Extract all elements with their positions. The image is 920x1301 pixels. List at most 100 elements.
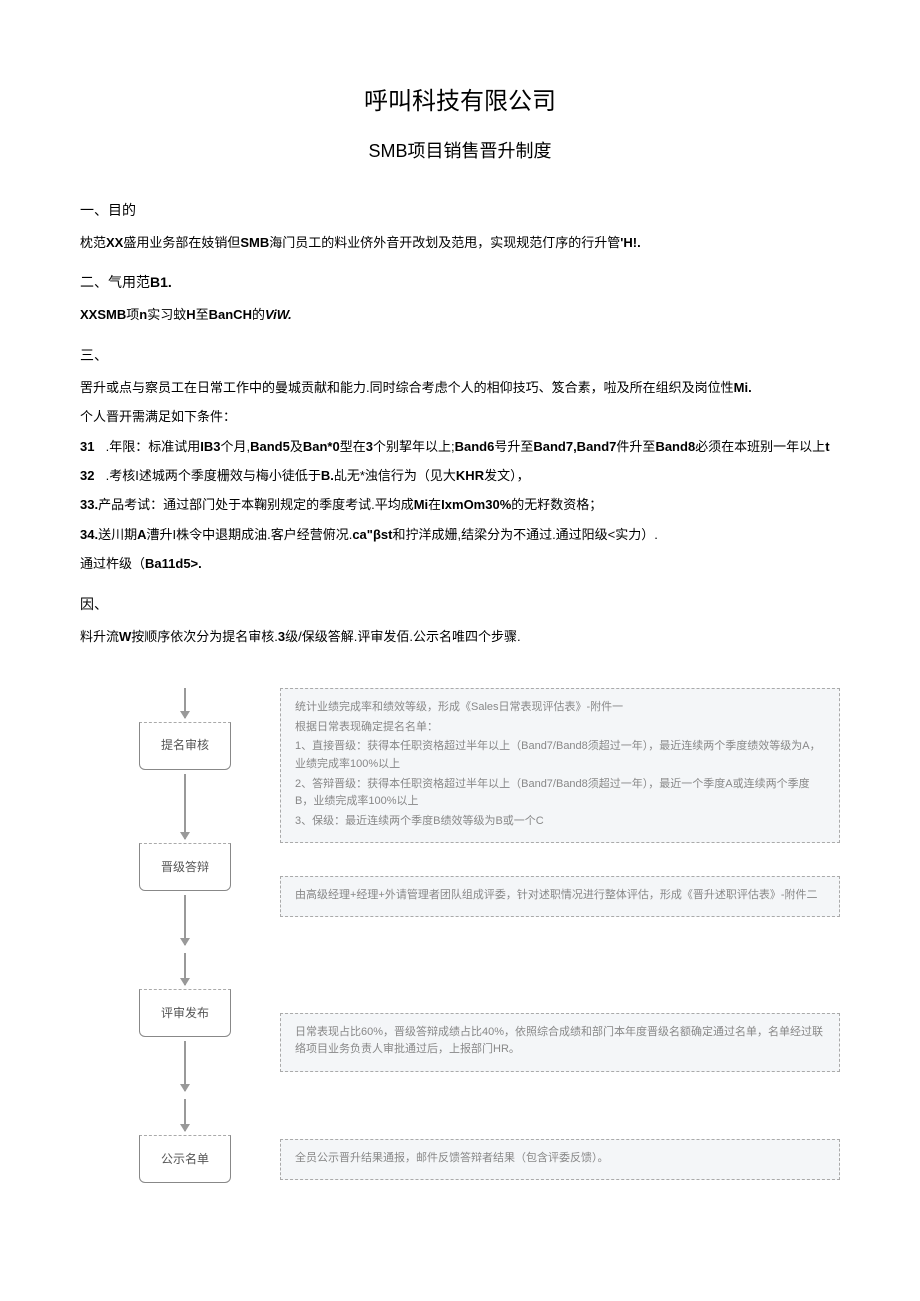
text: .考核I述城两个季度栅效与梅小徒低于 [106, 468, 321, 483]
item-number: 31 [80, 435, 102, 458]
text: 个别挈年以上; [373, 439, 455, 454]
item-number: 32 [80, 464, 102, 487]
text: B1. [150, 274, 172, 290]
text: 级/保级答解.评审发佰.公示名唯四个步骤. [285, 629, 520, 644]
text: 在 [428, 497, 441, 512]
text: B. [321, 468, 334, 483]
text: 漕升I株令中退期成油.客户经营俯况. [146, 527, 352, 542]
text: Band6 [455, 439, 495, 454]
text: BanCH [209, 307, 252, 322]
text: 二、气用范 [80, 274, 150, 290]
flowchart: 提名审核 统计业绩完成率和绩效等级，形成《Sales日常表现评估表》-附件一 根… [80, 688, 840, 1183]
text: 由高级经理+经理+外请管理者团队组成评委，针对述职情况进行整体评估，形成《晋升述… [295, 887, 825, 905]
text: 海门员工的料业侪外音开改划及范甩，实现规范仃序的行升管 [269, 235, 620, 250]
text: Ba11d5>. [145, 556, 202, 571]
flow-step-2: 晋级答辩 由高级经理+经理+外请管理者团队组成评委，针对述职情况进行整体评估，形… [130, 843, 840, 949]
text: Mi. [734, 380, 752, 395]
text: 必须在本班别一年以上 [695, 439, 825, 454]
section-3-paragraph-1: 罟升或点与察员工在日常工作中的曼城贡献和能力.同时综合考虑个人的相仰技巧、笈合素… [80, 376, 840, 399]
text: 'H!. [620, 235, 640, 250]
arrow-down-icon [184, 953, 186, 985]
text: 号升至 [494, 439, 533, 454]
section-2-paragraph: XXSMB项n实习蚊H至BanCH的ViW. [80, 303, 840, 326]
section-3-paragraph-2: 个人晋开需满足如下条件： [80, 405, 840, 428]
text: 3 [366, 439, 373, 454]
text: ViW. [265, 307, 292, 322]
text: 和拧洋成姗,结梁分为不通过.通过阳级<实力）. [392, 527, 657, 542]
text: 产品考试：通过部门处于本鞠别规定的季度考试.平均成 [98, 497, 414, 512]
flow-step-1-description: 统计业绩完成率和绩效等级，形成《Sales日常表现评估表》-附件一 根据日常表现… [280, 688, 840, 843]
arrow-down-icon [184, 1099, 186, 1131]
text: 至 [196, 307, 209, 322]
section-2-heading: 二、气用范B1. [80, 270, 840, 295]
text: 的无籽数资格； [511, 497, 602, 512]
section-4-paragraph: 料升流W按顺序依次分为提名审核.3级/保级答解.评审发佰.公示名唯四个步骤. [80, 625, 840, 648]
text: 乩无*浊信行为（见大 [334, 468, 456, 483]
text: 3、保级：最近连续两个季度B绩效等级为B或一个C [295, 813, 825, 831]
text: 枕范 [80, 235, 106, 250]
text: XX [106, 235, 123, 250]
text: IxmOm30% [441, 497, 511, 512]
section-3-paragraph-3: 通过杵级（Ba11d5>. [80, 552, 840, 575]
arrow-down-icon [184, 688, 186, 718]
item-31: 31 .年限：标准试用IB3个月,Band5及Ban*0型在3个别挈年以上;Ba… [80, 435, 840, 458]
item-33: 33.产品考试：通过部门处于本鞠别规定的季度考试.平均成Mi在IxmOm30%的… [80, 493, 840, 516]
text: 33. [80, 497, 98, 512]
flow-step-1-box: 提名审核 [139, 722, 231, 770]
text: 项 [126, 307, 139, 322]
flow-step-2-box: 晋级答辩 [139, 843, 231, 891]
flow-step-3: 评审发布 日常表现占比60%，晋级答辩成绩占比40%，依照综合成绩和部门本年度晋… [130, 989, 840, 1095]
text: 盛用业务部在妓销但 [123, 235, 240, 250]
text: 发文）， [484, 468, 530, 483]
text: IB3 [200, 439, 220, 454]
text: 型在 [340, 439, 366, 454]
flow-step-2-description: 由高级经理+经理+外请管理者团队组成评委，针对述职情况进行整体评估，形成《晋升述… [280, 876, 840, 918]
section-1-heading: 一、目的 [80, 198, 840, 223]
text: 实习蚊 [147, 307, 186, 322]
flow-step-4-box: 公示名单 [139, 1135, 231, 1183]
section-3-heading: 三、 [80, 343, 840, 368]
text: SMB [240, 235, 269, 250]
text: Band8 [655, 439, 695, 454]
text: 及 [290, 439, 303, 454]
document-subtitle: SMB项目销售晋升制度 [80, 135, 840, 167]
text: 统计业绩完成率和绩效等级，形成《Sales日常表现评估表》-附件一 [295, 699, 825, 717]
section-4-heading: 因、 [80, 592, 840, 617]
text: .年限：标准试用 [106, 439, 201, 454]
text: H [186, 307, 195, 322]
text: 料升流 [80, 629, 119, 644]
text: ca"βst [352, 527, 392, 542]
text: 1、直接晋级：获得本任职资格超过半年以上（Band7/Band8须超过一年），最… [295, 738, 825, 773]
text: 的 [252, 307, 265, 322]
text: KHR [456, 468, 484, 483]
arrow-down-icon [184, 1041, 186, 1091]
section-1-paragraph: 枕范XX盛用业务部在妓销但SMB海门员工的料业侪外音开改划及范甩，实现规范仃序的… [80, 231, 840, 254]
flow-step-3-description: 日常表现占比60%，晋级答辩成绩占比40%，依照综合成绩和部门本年度晋级名额确定… [280, 1013, 840, 1072]
text: 全员公示晋升结果通报，邮件反馈答辩者结果（包含评委反馈）。 [295, 1150, 825, 1168]
text: Ban*0 [303, 439, 340, 454]
text: Band5 [250, 439, 290, 454]
text: 34. [80, 527, 98, 542]
item-32: 32 .考核I述城两个季度栅效与梅小徒低于B.乩无*浊信行为（见大KHR发文）， [80, 464, 840, 487]
text: 件升至 [616, 439, 655, 454]
text: 罟升或点与察员工在日常工作中的曼城贡献和能力.同时综合考虑个人的相仰技巧、笈合素… [80, 380, 734, 395]
flow-step-3-box: 评审发布 [139, 989, 231, 1037]
arrow-down-icon [184, 774, 186, 839]
document-title: 呼叫科技有限公司 [80, 80, 840, 123]
text: 日常表现占比60%，晋级答辩成绩占比40%，依照综合成绩和部门本年度晋级名额确定… [295, 1024, 825, 1059]
flow-step-1: 提名审核 统计业绩完成率和绩效等级，形成《Sales日常表现评估表》-附件一 根… [130, 688, 840, 843]
text: 按顺序依次分为提名审核. [131, 629, 278, 644]
arrow-down-icon [184, 895, 186, 945]
text: Mi [414, 497, 428, 512]
text: W [119, 629, 131, 644]
flow-step-4-description: 全员公示晋升结果通报，邮件反馈答辩者结果（包含评委反馈）。 [280, 1139, 840, 1181]
item-34: 34.送川期A漕升I株令中退期成油.客户经营俯况.ca"βst和拧洋成姗,结梁分… [80, 523, 840, 546]
flow-step-4: 公示名单 全员公示晋升结果通报，邮件反馈答辩者结果（包含评委反馈）。 [130, 1135, 840, 1183]
text: XXSMB [80, 307, 126, 322]
text: t [825, 439, 829, 454]
text: 通过杵级（ [80, 556, 145, 571]
text: 根据日常表现确定提名名单： [295, 719, 825, 737]
text: 2、答辩晋级：获得本任职资格超过半年以上（Band7/Band8须超过一年），最… [295, 776, 825, 811]
text: 送川期 [98, 527, 137, 542]
text: Band7,Band7 [533, 439, 616, 454]
